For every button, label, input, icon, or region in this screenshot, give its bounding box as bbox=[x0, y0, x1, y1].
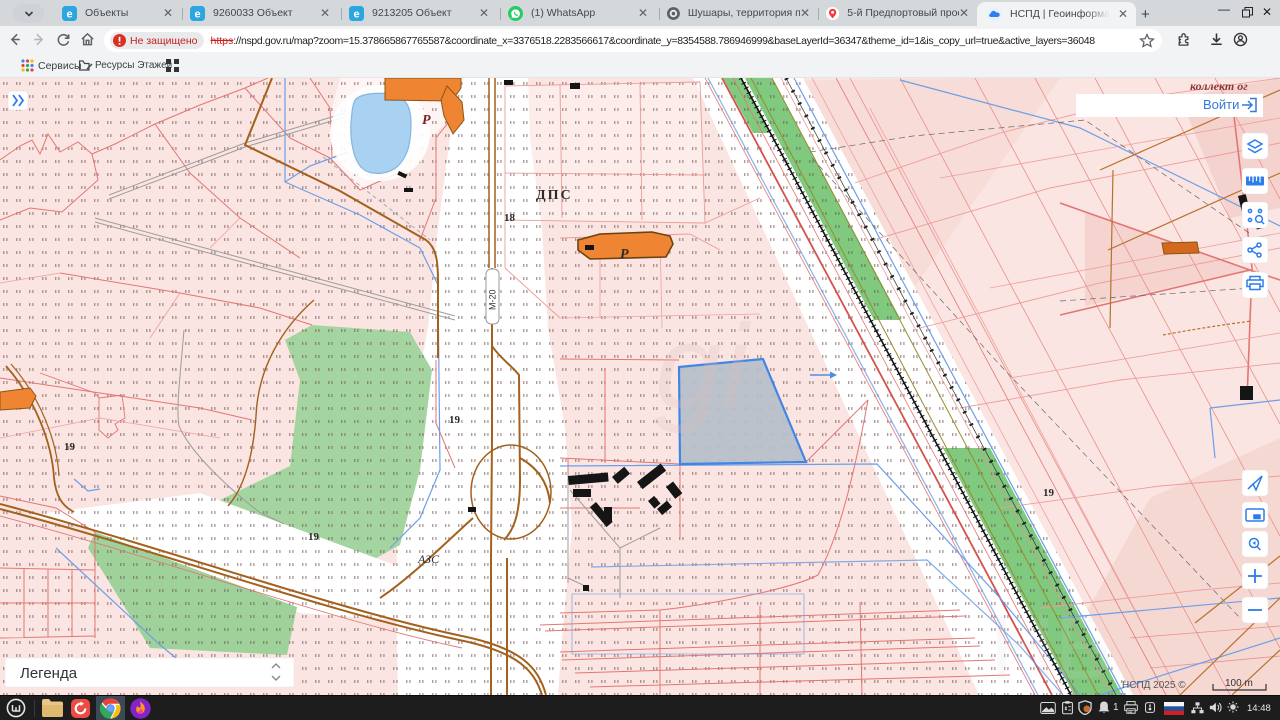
svg-text:АЗС: АЗС bbox=[417, 552, 440, 566]
svg-text:19: 19 bbox=[308, 531, 320, 543]
svg-text:М-20: М-20 bbox=[488, 289, 498, 310]
svg-text:НБ: НБ bbox=[990, 598, 1114, 695]
svg-text:Войти: Войти bbox=[1203, 97, 1239, 112]
svg-text:e: e bbox=[353, 8, 359, 20]
svg-text:gi: gi bbox=[655, 300, 752, 434]
svg-text:Р: Р bbox=[620, 247, 629, 262]
svg-text:НСПД 2025 ©: НСПД 2025 © bbox=[1122, 680, 1186, 691]
svg-text:19: 19 bbox=[64, 441, 76, 453]
svg-text:Легенда: Легенда bbox=[20, 665, 78, 682]
svg-text:Р: Р bbox=[422, 113, 431, 128]
svg-text:коллект ог: коллект ог bbox=[1190, 79, 1248, 93]
svg-text:19: 19 bbox=[1043, 487, 1055, 499]
svg-text:e: e bbox=[194, 8, 200, 20]
svg-text:18: 18 bbox=[504, 212, 516, 224]
svg-text:100 m: 100 m bbox=[1225, 678, 1253, 689]
svg-text:e: e bbox=[66, 8, 72, 20]
svg-text:19: 19 bbox=[449, 414, 461, 426]
svg-text:ДПС: ДПС bbox=[536, 188, 573, 203]
